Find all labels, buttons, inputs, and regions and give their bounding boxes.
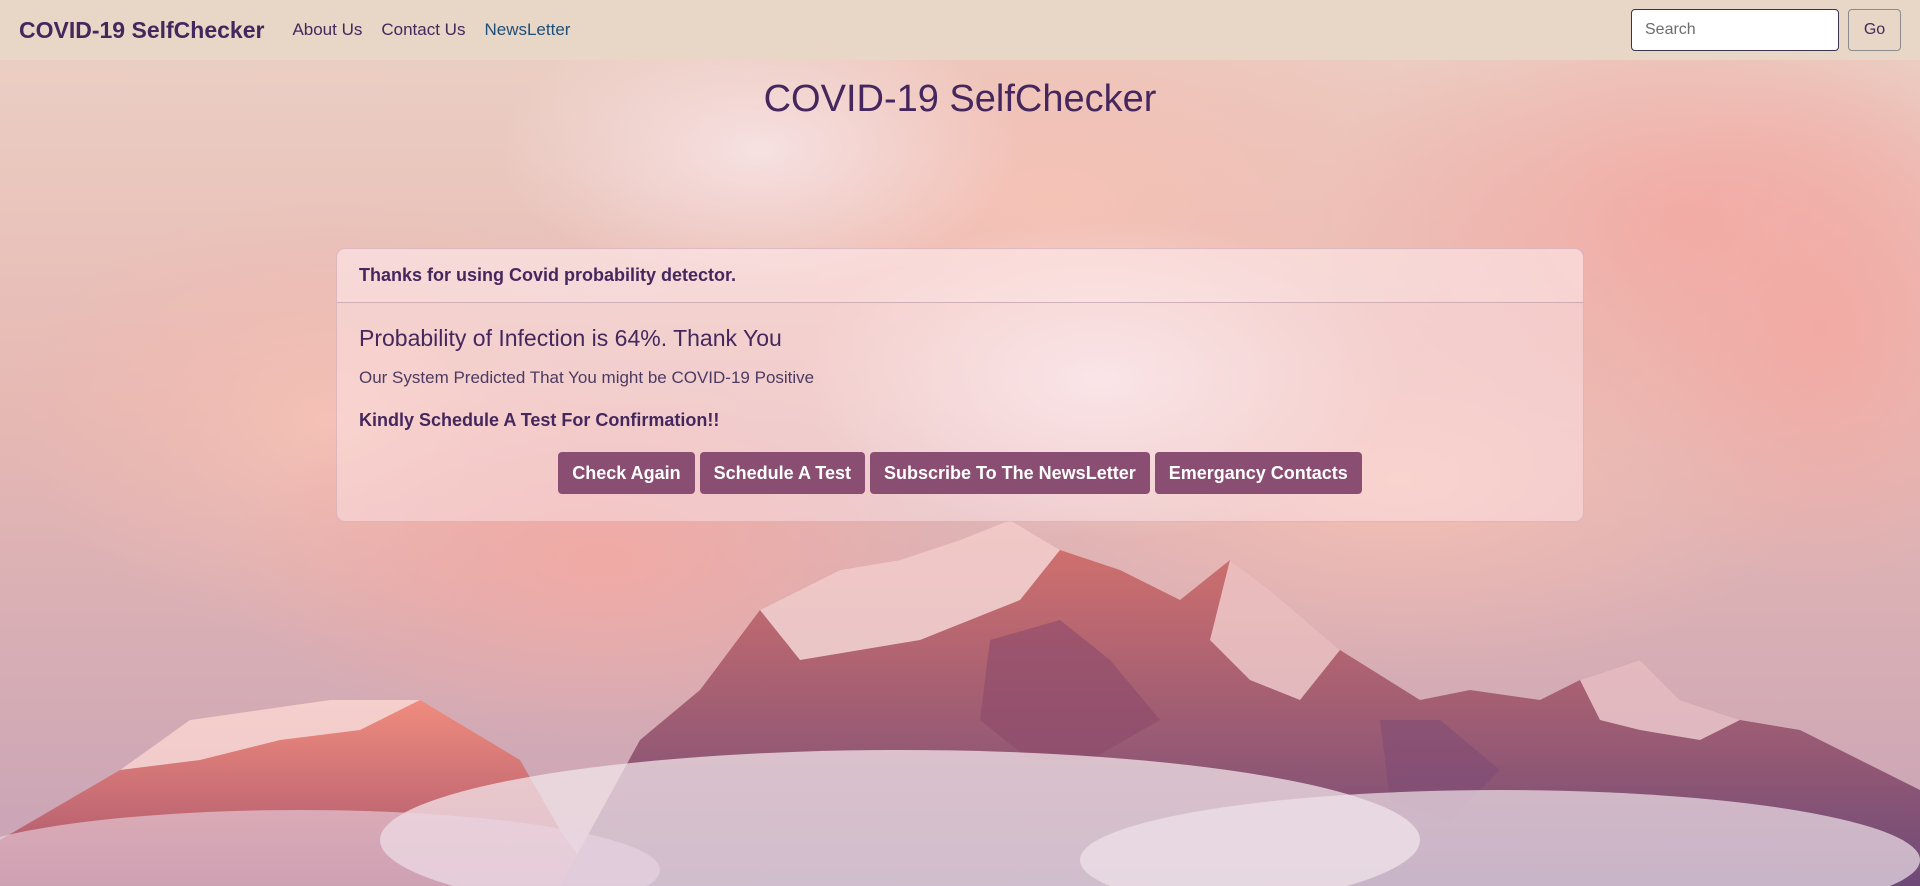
- card-header: Thanks for using Covid probability detec…: [337, 249, 1583, 303]
- result-card: Thanks for using Covid probability detec…: [336, 248, 1584, 522]
- result-text: Our System Predicted That You might be C…: [359, 368, 815, 387]
- emergency-contacts-button[interactable]: Emergancy Contacts: [1154, 452, 1362, 494]
- subscribe-newsletter-button[interactable]: Subscribe To The NewsLetter: [869, 452, 1150, 494]
- page-title: COVID-19 SelfChecker: [763, 78, 1157, 120]
- go-button[interactable]: Go: [1848, 9, 1901, 51]
- navbar-brand[interactable]: COVID-19 SelfChecker: [19, 17, 264, 44]
- result-title: Probability of Infection is 64%. Thank Y…: [359, 325, 782, 351]
- card-body: Probability of Infection is 64%. Thank Y…: [337, 303, 1583, 494]
- top-navbar: COVID-19 SelfChecker About Us Contact Us…: [0, 0, 1920, 60]
- search-input[interactable]: [1631, 9, 1839, 51]
- schedule-test-button[interactable]: Schedule A Test: [699, 452, 865, 494]
- nav-link-contact-us[interactable]: Contact Us: [381, 20, 465, 40]
- nav-link-newsletter[interactable]: NewsLetter: [484, 20, 570, 40]
- check-again-button[interactable]: Check Again: [558, 452, 695, 494]
- action-button-row: Check Again Schedule A Test Subscribe To…: [359, 452, 1561, 494]
- nav-link-about-us[interactable]: About Us: [292, 20, 362, 40]
- result-advice: Kindly Schedule A Test For Confirmation!…: [359, 410, 720, 430]
